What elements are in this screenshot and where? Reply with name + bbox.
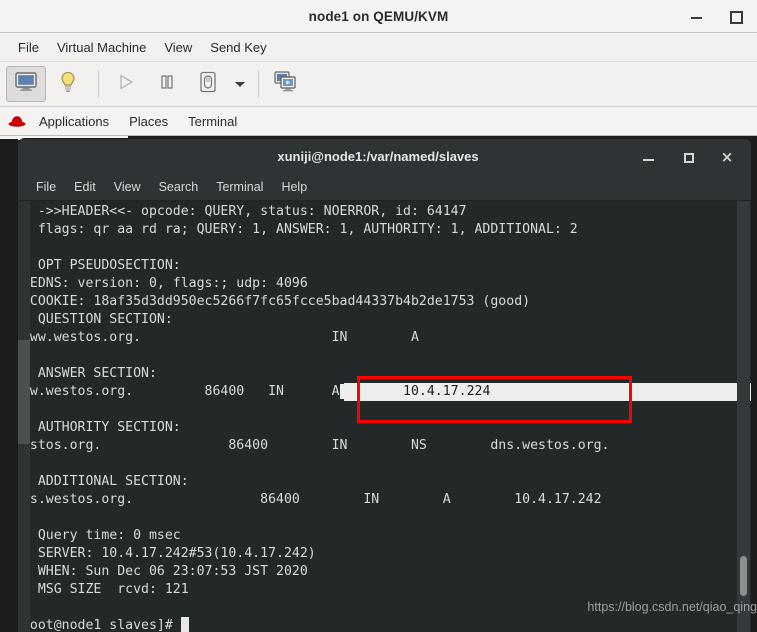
shutdown-button[interactable] (189, 67, 227, 101)
terminal-line: [root@node1 slaves]# (18, 617, 751, 632)
desktop-left-edge (0, 139, 18, 632)
terminal-line-text: ; COOKIE: 18af35d3dd950ec5266f7fc65fcce5… (18, 294, 531, 309)
terminal-cursor (180, 617, 189, 632)
snapshots-button[interactable] (267, 67, 305, 101)
pause-button[interactable] (148, 67, 186, 101)
terminal-menubar: File Edit View Search Terminal Help (18, 174, 751, 201)
terminal-close-button[interactable]: × (720, 149, 734, 164)
guest-gnome-panel: Applications Places Terminal (0, 107, 757, 136)
show-details-button[interactable] (49, 67, 87, 101)
terminal-line-text: ;; MSG SIZE rcvd: 121 (18, 582, 189, 597)
terminal-menu-file[interactable]: File (27, 178, 65, 196)
play-icon (117, 73, 135, 96)
terminal-line: ;; SERVER: 10.4.17.242#53(10.4.17.242) (18, 545, 751, 563)
terminal-scrollbar[interactable] (737, 201, 750, 632)
terminal-line-text: ;; ->>HEADER<<- opcode: QUERY, status: N… (18, 204, 467, 219)
terminal-line: ;; ->>HEADER<<- opcode: QUERY, status: N… (18, 203, 751, 221)
terminal-maximize-button[interactable] (681, 150, 695, 164)
power-icon (198, 71, 218, 98)
terminal-line-text: ;www.westos.org. IN A (18, 330, 419, 345)
terminal-line-text: ; EDNS: version: 0, flags:; udp: 4096 (18, 276, 308, 291)
terminal-scrollbar-thumb[interactable] (740, 556, 747, 596)
terminal-output[interactable]: ;; ->>HEADER<<- opcode: QUERY, status: N… (18, 201, 751, 632)
terminal-line-text: ;; ADDITIONAL SECTION: (18, 474, 189, 489)
terminal-line-text: ;; flags: qr aa rd ra; QUERY: 1, ANSWER:… (18, 222, 578, 237)
terminal-line: westos.org. 86400 IN NS dns.westos.org. (18, 437, 751, 455)
chevron-down-icon (234, 75, 246, 93)
terminal-line: ;; ADDITIONAL SECTION: (18, 473, 751, 491)
terminal-menu-edit[interactable]: Edit (65, 178, 105, 196)
terminal-menu-terminal[interactable]: Terminal (207, 178, 272, 196)
terminal-window-title: xuniji@node1:/var/named/slaves (277, 149, 479, 164)
terminal-line: ;; AUTHORITY SECTION: (18, 419, 751, 437)
terminal-line: ;; ANSWER SECTION: (18, 365, 751, 383)
monitor-icon (15, 71, 37, 97)
answer-record-prefix: www.westos.org. 86400 IN A (18, 384, 340, 399)
terminal-titlebar: xuniji@node1:/var/named/slaves × (18, 139, 751, 174)
shell-prompt: [root@node1 slaves]# (18, 618, 181, 632)
terminal-window-controls: × (642, 149, 751, 164)
terminal-line-text: ;; OPT PSEUDOSECTION: (18, 258, 181, 273)
terminal-left-gutter-highlight (18, 340, 30, 444)
gnome-menu-applications[interactable]: Applications (29, 111, 119, 132)
terminal-line: ;www.westos.org. IN A (18, 329, 751, 347)
toolbar-separator-1 (98, 71, 99, 97)
vm-menubar: File Virtual Machine View Send Key (0, 33, 757, 62)
terminal-line: ;; Query time: 0 msec (18, 527, 751, 545)
terminal-menu-search[interactable]: Search (150, 178, 208, 196)
terminal-line: www.westos.org. 86400 IN A 10.4.17.224 (18, 383, 751, 401)
terminal-line: ;; QUESTION SECTION: (18, 311, 751, 329)
redhat-logo-icon (7, 112, 27, 130)
vm-minimize-button[interactable] (689, 8, 705, 24)
terminal-line-text: dns.westos.org. 86400 IN A 10.4.17.242 (18, 492, 602, 507)
vm-menu-view[interactable]: View (155, 37, 201, 58)
vm-window-title: node1 on QEMU/KVM (308, 8, 449, 24)
terminal-body[interactable]: ;; ->>HEADER<<- opcode: QUERY, status: N… (18, 201, 751, 632)
vm-titlebar: node1 on QEMU/KVM (0, 0, 757, 33)
gnome-menu-places[interactable]: Places (119, 111, 178, 132)
show-console-button[interactable] (6, 66, 46, 102)
screenshot-root: node1 on QEMU/KVM File Virtual Machine V… (0, 0, 757, 632)
vm-menu-virtual-machine[interactable]: Virtual Machine (48, 37, 155, 58)
terminal-minimize-button[interactable] (642, 150, 656, 164)
terminal-line: dns.westos.org. 86400 IN A 10.4.17.242 (18, 491, 751, 509)
toolbar-separator-2 (258, 71, 259, 97)
terminal-line: ; COOKIE: 18af35d3dd950ec5266f7fc65fcce5… (18, 293, 751, 311)
vm-maximize-button[interactable] (727, 8, 743, 24)
gnome-menu-terminal[interactable]: Terminal (178, 111, 247, 132)
terminal-line: ;; flags: qr aa rd ra; QUERY: 1, ANSWER:… (18, 221, 751, 239)
terminal-line: ;; WHEN: Sun Dec 06 23:07:53 JST 2020 (18, 563, 751, 581)
vm-menu-send-key[interactable]: Send Key (201, 37, 275, 58)
vm-window-controls (689, 0, 751, 32)
terminal-line: ;; OPT PSEUDOSECTION: (18, 257, 751, 275)
terminal-line-text: ;; SERVER: 10.4.17.242#53(10.4.17.242) (18, 546, 316, 561)
terminal-line-text: ;; ANSWER SECTION: (18, 366, 157, 381)
run-button[interactable] (107, 67, 145, 101)
screens-icon (274, 70, 298, 98)
terminal-line-text: westos.org. 86400 IN NS dns.westos.org. (18, 438, 610, 453)
watermark-text: https://blog.csdn.net/qiao_qing (587, 600, 757, 614)
shutdown-menu-caret[interactable] (230, 67, 250, 101)
terminal-line-text: ;; Query time: 0 msec (18, 528, 181, 543)
answer-record-value: 10.4.17.224 (339, 384, 491, 399)
terminal-line-text: ;; QUESTION SECTION: (18, 312, 173, 327)
terminal-line-text: ;; WHEN: Sun Dec 06 23:07:53 JST 2020 (18, 564, 308, 579)
terminal-window: xuniji@node1:/var/named/slaves × File Ed… (18, 139, 751, 632)
vm-toolbar (0, 62, 757, 107)
terminal-menu-help[interactable]: Help (272, 178, 316, 196)
terminal-line: ; EDNS: version: 0, flags:; udp: 4096 (18, 275, 751, 293)
terminal-line: ;; MSG SIZE rcvd: 121 (18, 581, 751, 599)
terminal-menu-view[interactable]: View (105, 178, 150, 196)
pause-icon (158, 73, 176, 96)
vm-menu-file[interactable]: File (9, 37, 48, 58)
terminal-line-text: ;; AUTHORITY SECTION: (18, 420, 181, 435)
lightbulb-icon (59, 71, 77, 98)
